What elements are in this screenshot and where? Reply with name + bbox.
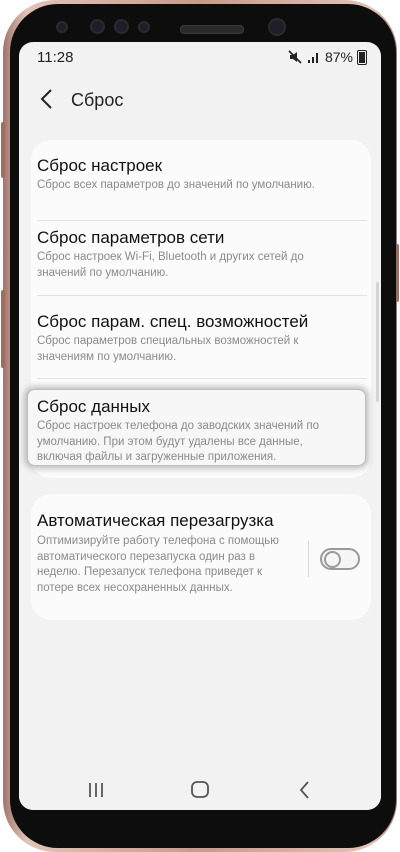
app-header: Сброс <box>19 78 381 122</box>
sensor-3 <box>114 19 129 34</box>
item-title: Автоматическая перезагрузка <box>37 511 274 530</box>
item-description: Оптимизируйте работу телефона с помощью … <box>37 535 279 594</box>
reset-accessibility-item[interactable]: Сброс парам. спец. возможностей Сброс па… <box>31 296 371 376</box>
scrollbar[interactable] <box>376 282 379 402</box>
item-title: Сброс данных <box>37 397 151 416</box>
bixby-button <box>1 122 5 178</box>
sensor-2 <box>90 19 105 34</box>
earpiece-speaker <box>180 25 244 34</box>
recents-icon <box>89 783 103 797</box>
item-title: Сброс параметров сети <box>37 228 225 247</box>
item-title: Сброс настроек <box>37 156 163 175</box>
item-title: Сброс парам. спец. возможностей <box>37 312 309 331</box>
item-description: Сброс настроек Wi-Fi, Bluetooth и других… <box>37 251 304 279</box>
home-button[interactable] <box>185 778 215 802</box>
back-button[interactable] <box>37 86 59 112</box>
signal-icon <box>307 53 318 63</box>
status-icons: 87% <box>288 49 367 65</box>
sensor-4 <box>138 21 150 33</box>
screen: 11:28 87% Сброс Сброс настроек Сброс все… <box>19 42 381 810</box>
factory-reset-item[interactable]: Сброс данных Сброс настроек телефона до … <box>27 389 371 468</box>
item-description: Сброс параметров специальных возможносте… <box>37 335 299 363</box>
status-time: 11:28 <box>37 49 74 66</box>
page-title: Сброс <box>71 90 124 110</box>
toggle-knob <box>324 551 341 568</box>
navigation-bar <box>19 770 381 810</box>
item-description: Сброс настроек телефона до заводских зна… <box>37 420 319 463</box>
divider <box>37 378 367 379</box>
auto-restart-toggle[interactable] <box>320 548 360 570</box>
sensor-1 <box>56 21 68 33</box>
battery-percent: 87% <box>324 49 353 65</box>
volume-button <box>1 290 5 368</box>
item-description: Сброс всех параметров до значений по умо… <box>37 179 315 191</box>
battery-icon <box>357 49 367 65</box>
vertical-divider <box>308 541 309 577</box>
mute-icon <box>288 50 302 64</box>
reset-settings-item[interactable]: Сброс настроек Сброс всех параметров до … <box>31 140 371 220</box>
back-arrow-icon <box>40 89 52 109</box>
reset-network-item[interactable]: Сброс параметров сети Сброс настроек Wi-… <box>31 221 371 301</box>
reset-options-card: Сброс настроек Сброс всех параметров до … <box>27 140 371 478</box>
nav-back-button[interactable] <box>289 778 319 802</box>
status-bar: 11:28 87% <box>19 42 381 74</box>
recents-button[interactable] <box>81 778 111 802</box>
nav-back-icon <box>299 781 309 799</box>
home-icon <box>191 781 209 798</box>
front-camera <box>268 18 286 36</box>
